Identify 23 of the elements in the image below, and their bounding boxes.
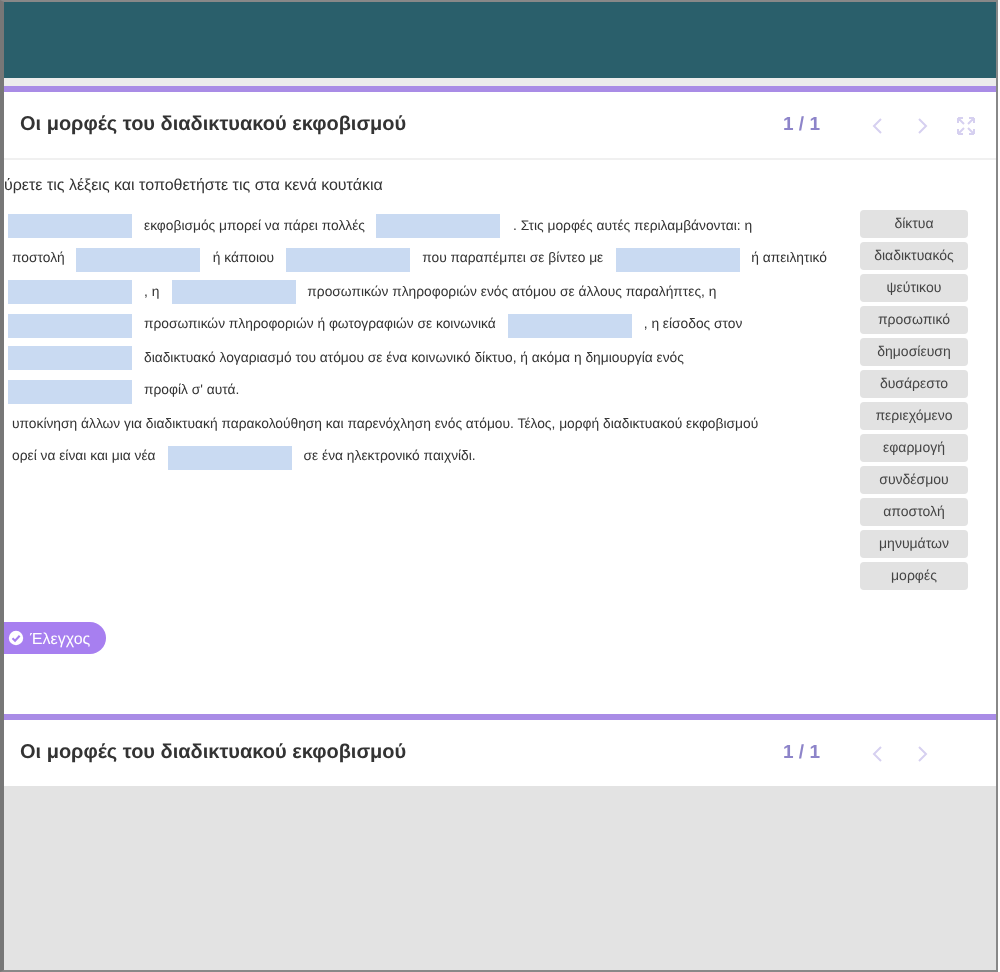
drop-field[interactable] [286,247,411,272]
drop-field[interactable] [76,247,201,272]
page-counter: 1 / 1 [783,742,820,764]
next-icon[interactable] [912,743,932,763]
drop-field[interactable] [8,379,132,404]
drop-field[interactable] [615,247,740,272]
drop-field[interactable] [376,214,501,239]
previous-icon[interactable] [868,115,888,135]
drop-field[interactable] [8,346,132,371]
panel-title: Οι μορφές του διαδικτυακού εκφοβισμού [20,742,409,764]
previous-icon[interactable] [868,743,888,763]
expand-icon[interactable] [956,115,976,135]
drop-field[interactable] [167,445,292,470]
drop-field[interactable] [8,214,132,239]
drop-field[interactable] [507,313,632,338]
drop-field[interactable] [8,313,132,338]
drop-field[interactable] [8,280,132,305]
panel-title: Οι μορφές του διαδικτυακού εκφοβισμού [20,114,409,136]
drop-field[interactable] [171,280,296,305]
page-counter: 1 / 1 [783,114,820,136]
check-icon[interactable] [8,630,24,646]
instruction-text: ύρετε τις λέξεις και τοποθετήστε τις στα κενά κουτάκια [4,176,385,194]
next-icon[interactable] [912,115,932,135]
